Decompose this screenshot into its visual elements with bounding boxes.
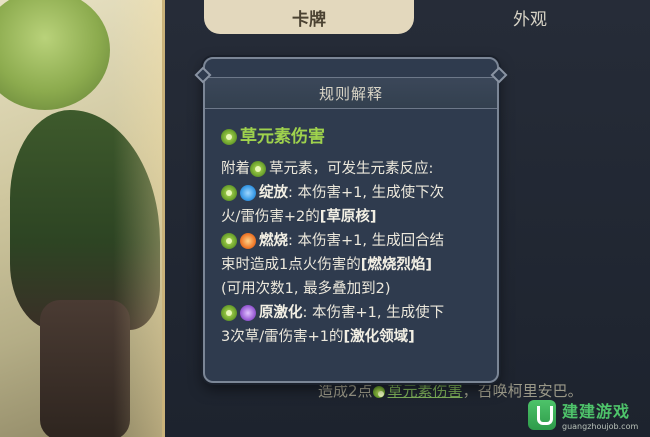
summary-prefix: 造成2点 [318,382,373,400]
watermark-name: 建建游戏 [562,402,631,421]
rule-heading: 草元素伤害 [221,125,485,149]
card-illustration [0,0,165,437]
reaction-name: 绽放 [259,185,288,201]
electro-icon [240,305,256,321]
tab-appearance[interactable]: 外观 [435,0,625,34]
intro-suffix: 草元素，可发生元素反应: [269,161,434,177]
dendro-icon [250,161,266,177]
dendro-icon [221,185,237,201]
intro-prefix: 附着 [221,161,250,177]
popup-body: 草元素伤害 附着 草元素，可发生元素反应: 绽放 : 本伤害+1, 生成使下次 … [221,125,485,349]
dendro-icon [372,385,385,398]
pyro-icon [240,233,256,249]
reaction-burning-note: (可用次数1, 最多叠加到2) [221,277,485,301]
summary-highlight-link[interactable]: 草元素伤害 [388,382,463,400]
reaction-quicken: 原激化 : 本伤害+1, 生成使下 [221,301,485,325]
status-term: [激化领域] [343,329,415,345]
reaction-desc: 火/雷伤害+2的 [221,209,320,225]
reaction-quicken-cont: 3次草/雷伤害+1的 [激化领域] [221,325,485,349]
status-term: [草原核] [319,209,377,225]
rules-popup: 规则解释 草元素伤害 附着 草元素，可发生元素反应: 绽放 : 本伤害+1, 生… [194,57,508,383]
card-frame-glow [0,0,162,437]
reaction-desc: 束时造成1点火伤害的 [221,257,361,273]
reaction-burning-cont: 束时造成1点火伤害的 [燃烧烈焰] [221,253,485,277]
status-term: [燃烧烈焰] [360,257,432,273]
hydro-icon [240,185,256,201]
reaction-desc: : 本伤害+1, 生成使下 [302,305,445,321]
heading-text: 草元素伤害 [240,127,325,147]
dendro-icon [221,129,237,145]
popup-header: 规则解释 [205,77,497,109]
dendro-icon [221,233,237,249]
watermark-logo-icon [528,399,556,430]
reaction-desc: 3次草/雷伤害+1的 [221,329,344,345]
reaction-burning: 燃烧 : 本伤害+1, 生成回合结 [221,229,485,253]
rule-intro: 附着 草元素，可发生元素反应: [221,157,485,181]
popup-title: 规则解释 [318,84,383,103]
watermark-url: guangzhoujob.com [562,422,639,431]
tab-bar: 卡牌 外观 [200,0,650,36]
tab-cards[interactable]: 卡牌 [204,0,414,34]
usage-note: (可用次数1, 最多叠加到2) [221,281,391,297]
dendro-icon [221,305,237,321]
reaction-bloom-cont: 火/雷伤害+2的 [草原核] [221,205,485,229]
reaction-bloom: 绽放 : 本伤害+1, 生成使下次 [221,181,485,205]
reaction-name: 原激化 [259,305,303,321]
reaction-desc: : 本伤害+1, 生成回合结 [288,233,445,249]
reaction-desc: : 本伤害+1, 生成使下次 [288,185,445,201]
reaction-name: 燃烧 [259,233,288,249]
watermark: 建建游戏 guangzhoujob.com [528,398,638,431]
